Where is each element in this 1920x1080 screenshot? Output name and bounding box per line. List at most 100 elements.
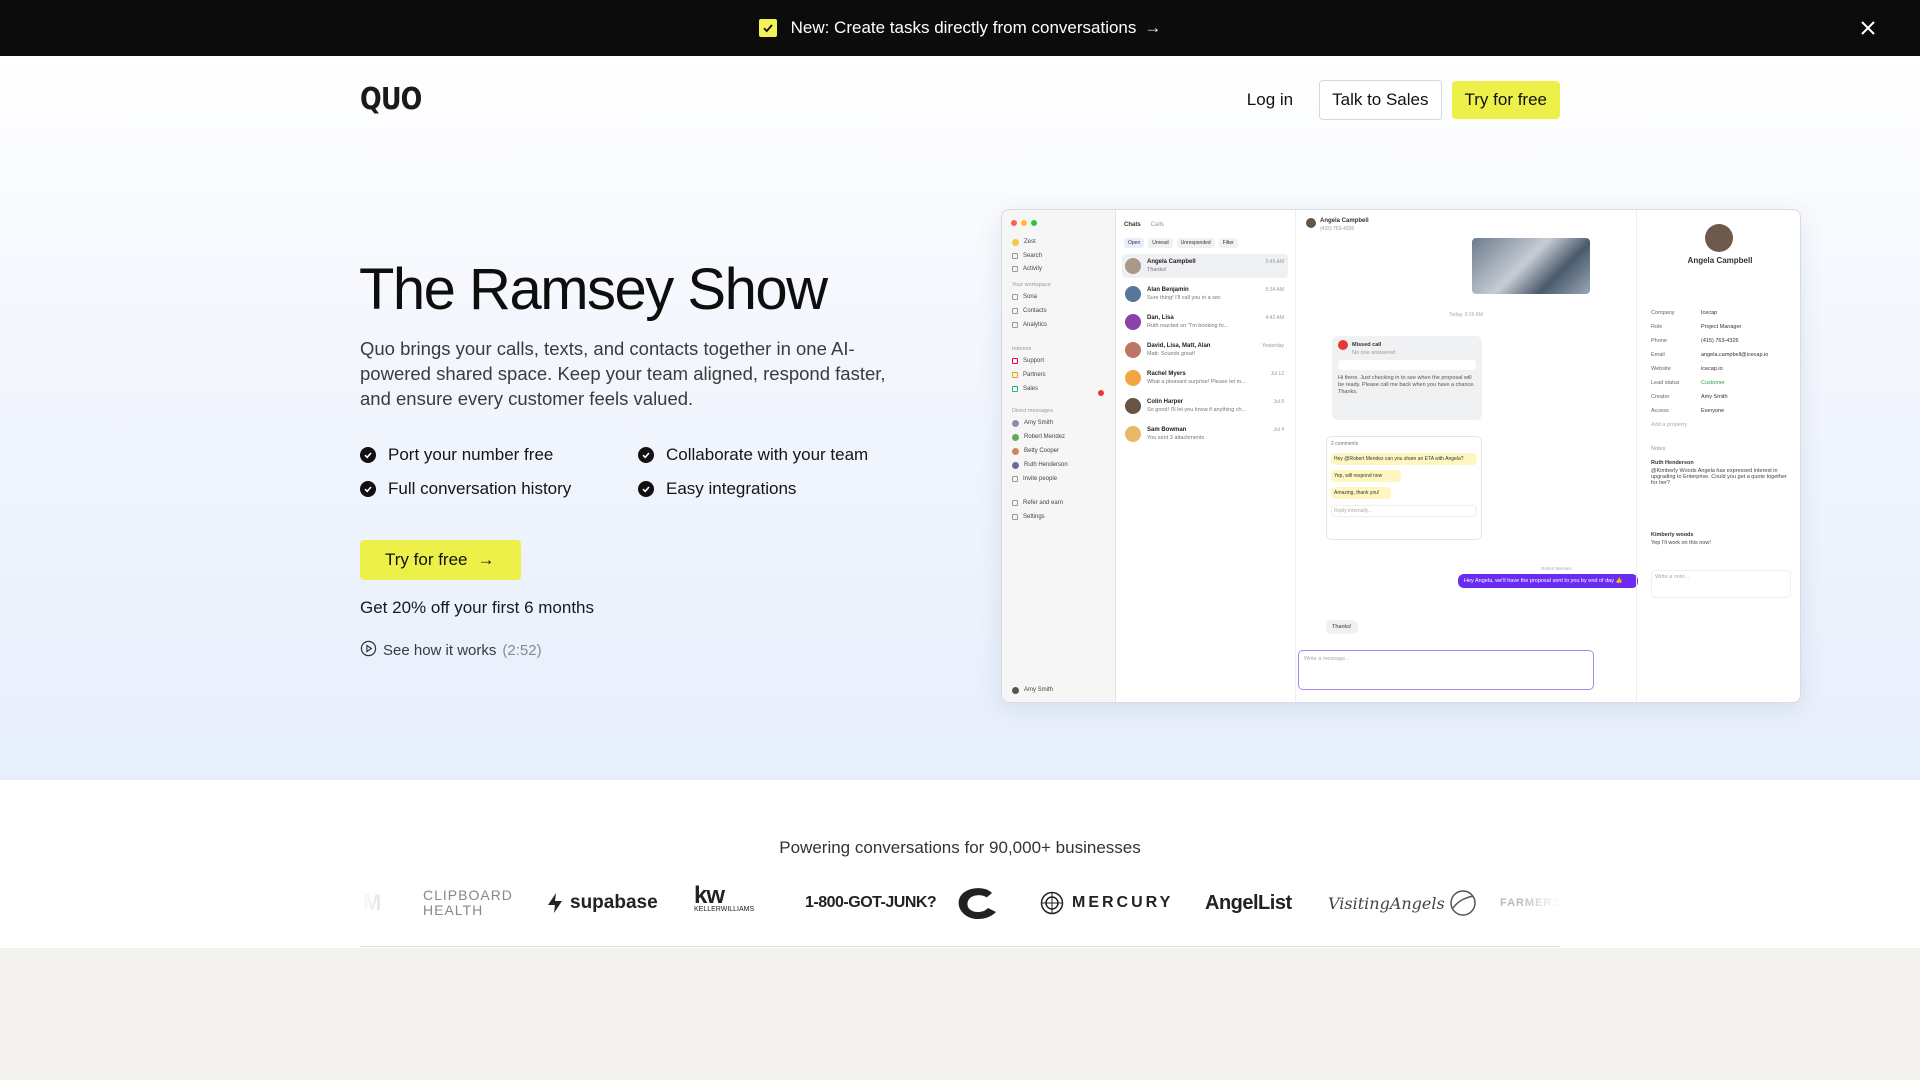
photo-attachment (1472, 238, 1590, 294)
try-for-free-nav-button[interactable]: Try for free (1451, 81, 1560, 119)
outgoing-message: Hey Angela, we'll have the proposal sent… (1458, 574, 1638, 588)
app-conversation: Angela Campbell (415) 763-4326 Today, 9:… (1296, 210, 1638, 702)
contact-avatar (1705, 224, 1733, 252)
contact-property: Website icecap.io (1651, 366, 1723, 372)
1-800-got-junk-logo: 1-800-GOT-JUNK? (805, 894, 937, 911)
hero-description: Quo brings your calls, texts, and contac… (360, 338, 886, 409)
chicago-bears-logo (954, 882, 1000, 924)
feature-label: Easy integrations (666, 479, 797, 498)
login-button[interactable]: Log in (1231, 81, 1309, 119)
nav-actions: Log in Talk to Sales Try for free (1231, 80, 1560, 120)
check-circle-icon (360, 481, 376, 497)
page-title: The Ramsey Show (359, 257, 828, 322)
sidebar-inbox: Support (1012, 356, 1044, 366)
unread-dot (1098, 390, 1104, 396)
sidebar-dm: Robert Mendez (1012, 432, 1065, 442)
conversation-contact: Angela Campbell (1320, 218, 1369, 224)
see-how-it-works-link[interactable]: See how it works (2:52) (360, 640, 542, 661)
contact-property: Role Project Manager (1651, 324, 1742, 330)
sidebar-footer-item: Settings (1012, 512, 1045, 522)
sidebar-activity: Activity (1012, 264, 1042, 274)
how-it-works-label: See how it works (383, 642, 497, 659)
announcement-text[interactable]: New: Create tasks directly from conversa… (791, 18, 1137, 38)
note-author: Ruth Henderson (1651, 460, 1694, 466)
workspace-switcher: Zest (1012, 237, 1036, 247)
discount-text: Get 20% off your first 6 months (360, 598, 595, 617)
voicemail-player (1338, 360, 1476, 370)
sidebar-footer-item: Refer and earn (1012, 498, 1063, 508)
note-author: Kimberly woods (1651, 532, 1694, 538)
quo-logo[interactable]: QUO (360, 82, 422, 117)
powering-heading: Powering conversations for 90,000+ busin… (779, 838, 1141, 857)
notes-heading: Notes (1651, 446, 1666, 452)
sidebar-section-head: Your workspace (1012, 282, 1051, 288)
conversation-date: Today, 9:26 AM (1448, 312, 1484, 318)
internal-thread: 2 comments Hey @Robert Mendez can you sh… (1326, 436, 1482, 540)
app-preview-screenshot: Zest Search Activity Your workspace Sona… (1001, 209, 1801, 703)
mercury-logo: MERCURY (1040, 882, 1173, 924)
chat-row: Sam Bowman You sent 3 attachments Jul 4 (1122, 422, 1288, 446)
feature-item: Port your number free (360, 444, 638, 466)
clipboard-health-logo: CLIPBOARD HEALTH (423, 887, 513, 918)
checkbox-icon (758, 19, 777, 37)
try-for-free-hero-button[interactable]: Try for free → (360, 540, 521, 580)
contact-property: Phone (415) 763-4326 (1651, 338, 1739, 344)
sidebar-dm: Invite people (1012, 474, 1057, 484)
angellist-logo: AngelList (1205, 891, 1292, 914)
video-duration: (2:52) (502, 642, 542, 659)
chat-row: Rachel Myers What a pleasant surprise! Pl… (1122, 366, 1288, 390)
sidebar-item: Sona (1012, 292, 1037, 302)
window-controls (1011, 220, 1037, 226)
contact-property: Lead status Customer (1651, 380, 1725, 386)
section-divider (360, 946, 1560, 947)
arrow-right-icon: → (1144, 18, 1162, 37)
sidebar-user: Amy Smith (1012, 685, 1053, 695)
app-sidebar: Zest Search Activity Your workspace Sona… (1002, 210, 1116, 702)
sidebar-inbox: Partners (1012, 370, 1046, 380)
feature-item: Collaborate with your team (638, 444, 916, 466)
chat-tabs: Chats Calls (1124, 222, 1165, 228)
announcement-bar[interactable]: New: Create tasks directly from conversa… (0, 0, 1920, 56)
feature-label: Collaborate with your team (666, 445, 869, 464)
check-circle-icon (360, 447, 376, 463)
top-nav: QUO Log in Talk to Sales Try for free (360, 80, 1560, 120)
missed-call-bubble: Missed call No one answered Hi there. Ju… (1332, 336, 1482, 420)
app-chat-list: Chats Calls Open Unread Unresponded Filt… (1116, 210, 1296, 702)
logo-strip: M CLIPBOARDHEALTH supabase kw KELLERWILL… (360, 882, 1560, 924)
sidebar-dm: Amy Smith (1012, 418, 1053, 428)
sidebar-dm: Ruth Henderson (1012, 460, 1068, 470)
note-text: @Kimberly Woods Angela has expressed int… (1651, 468, 1787, 486)
contact-property: Email angela.campbell@icecap.io (1651, 352, 1769, 358)
sidebar-item: Analytics (1012, 320, 1047, 330)
feature-label: Port your number free (388, 445, 554, 464)
chat-row: David, Lisa, Matt, Alan Matt: Sounds grea… (1122, 338, 1288, 362)
keller-williams-logo: kw KELLERWILLIAMS (694, 882, 755, 914)
feature-item: Easy integrations (638, 478, 916, 500)
app-contact-details: Angela Campbell Company Icecap Role Projec… (1636, 210, 1800, 702)
arrow-right-icon: → (477, 550, 495, 569)
chat-row: Angela Campbell Thanks! 5:45 AM (1122, 254, 1288, 278)
check-circle-icon (638, 481, 654, 497)
avatar (1306, 218, 1316, 228)
sidebar-dm: Betty Cooper (1012, 446, 1059, 456)
sidebar-item: Contacts (1012, 306, 1047, 316)
chat-row: Dan, Lisa Ruth reacted on "I'm booking fo… (1122, 310, 1288, 334)
talk-to-sales-button[interactable]: Talk to Sales (1319, 80, 1442, 120)
sidebar-section-head: Direct messages (1012, 408, 1053, 414)
note-input: Write a note... (1651, 570, 1791, 598)
message-composer: Write a message... (1298, 650, 1594, 690)
contact-property: Creator Amy Smith (1651, 394, 1728, 400)
add-property: Add a property (1651, 422, 1688, 428)
contact-property: Company Icecap (1651, 310, 1718, 316)
logo-fade-left (360, 880, 400, 924)
conversation-phone: (415) 763-4326 (1320, 226, 1355, 232)
chat-row: Alan Benjamin Sure thing! I'll call you i… (1122, 282, 1288, 306)
close-icon[interactable] (1854, 14, 1882, 42)
contact-name: Angela Campbell (1687, 256, 1753, 265)
sidebar-section-head: Inboxes (1012, 346, 1032, 352)
cta-label: Try for free (385, 550, 468, 569)
sidebar-search: Search (1012, 251, 1042, 261)
sidebar-inbox: Sales (1012, 384, 1038, 394)
note-text: Yep I'll work on this now! (1651, 540, 1711, 546)
play-circle-icon (360, 640, 377, 661)
